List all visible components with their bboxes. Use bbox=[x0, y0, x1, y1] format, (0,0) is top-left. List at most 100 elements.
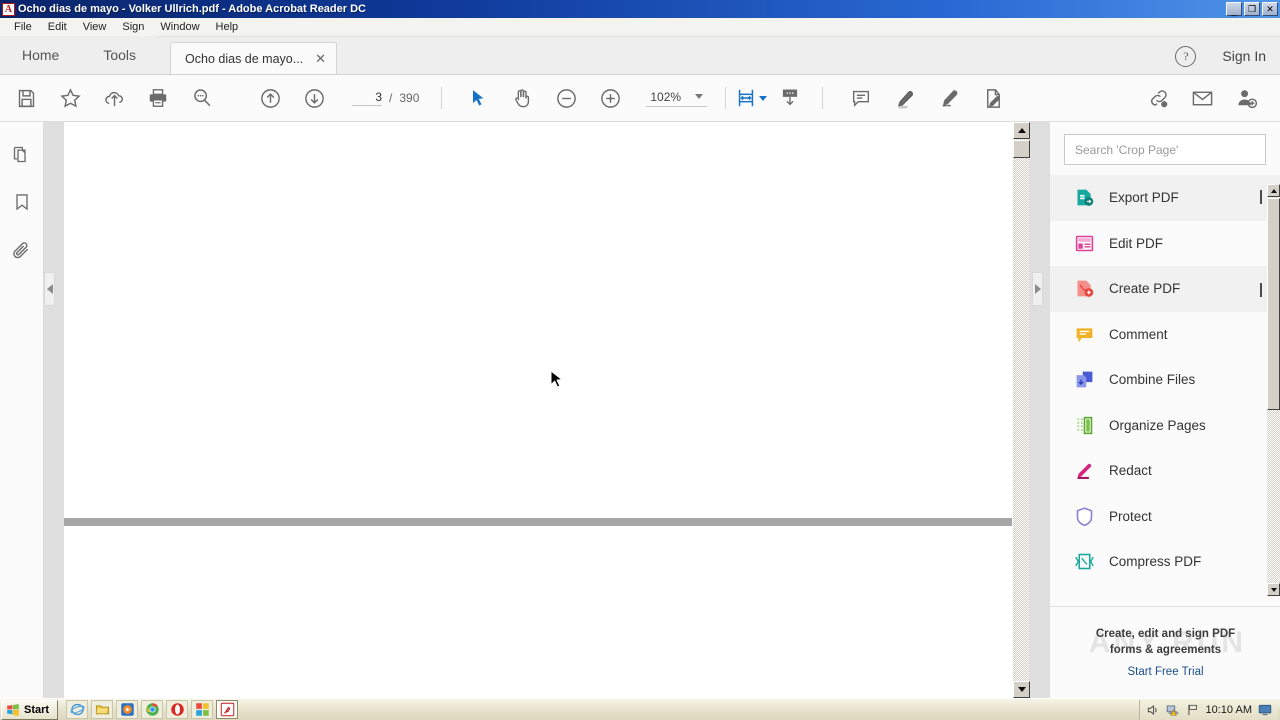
applications-icon[interactable] bbox=[191, 700, 214, 719]
document-tab[interactable]: Ocho dias de mayo... ✕ bbox=[170, 42, 338, 74]
title-bar: A Ocho dias de mayo - Volker Ullrich.pdf… bbox=[0, 0, 1280, 18]
fit-page-icon[interactable] bbox=[734, 76, 768, 120]
tool-item-label: Redact bbox=[1109, 463, 1152, 479]
promo-line-2: forms & agreements bbox=[1109, 643, 1222, 656]
scroll-mode-icon[interactable] bbox=[768, 76, 812, 120]
chevron-down-icon[interactable] bbox=[1260, 282, 1262, 297]
close-button[interactable]: ✕ bbox=[1262, 2, 1278, 16]
maximize-button[interactable]: ❐ bbox=[1244, 2, 1260, 16]
menu-help[interactable]: Help bbox=[208, 20, 247, 34]
upload-to-cloud-icon[interactable] bbox=[92, 76, 136, 120]
page-number-input[interactable]: 3 bbox=[352, 90, 382, 106]
tool-item-redact[interactable]: Redact bbox=[1050, 448, 1280, 494]
menu-window[interactable]: Window bbox=[152, 20, 207, 34]
volume-icon[interactable] bbox=[1146, 703, 1160, 717]
attachments-icon[interactable] bbox=[8, 236, 36, 264]
close-icon[interactable]: ✕ bbox=[315, 52, 326, 65]
add-people-icon[interactable] bbox=[1224, 76, 1268, 120]
windows-logo-icon bbox=[7, 703, 19, 716]
compress-pdf-icon bbox=[1072, 550, 1096, 574]
zoom-out-icon[interactable] bbox=[544, 76, 588, 120]
menu-sign[interactable]: Sign bbox=[114, 20, 152, 34]
adobe-reader-icon[interactable] bbox=[216, 700, 239, 719]
select-tool-icon[interactable] bbox=[456, 76, 500, 120]
find-text-icon[interactable] bbox=[180, 76, 224, 120]
scroll-down-button[interactable] bbox=[1013, 681, 1030, 698]
next-page-icon[interactable] bbox=[292, 76, 336, 120]
previous-page-icon[interactable] bbox=[248, 76, 292, 120]
zoom-in-icon[interactable] bbox=[588, 76, 632, 120]
tool-item-compress-pdf[interactable]: Compress PDF bbox=[1050, 539, 1280, 575]
menu-bar: File Edit View Sign Window Help bbox=[0, 18, 1280, 37]
bookmarks-icon[interactable] bbox=[8, 188, 36, 216]
add-to-favorites-icon[interactable] bbox=[48, 76, 92, 120]
collapse-right-panel-button[interactable] bbox=[1032, 272, 1043, 306]
tool-item-comment[interactable]: Comment bbox=[1050, 312, 1280, 358]
menu-edit[interactable]: Edit bbox=[40, 20, 75, 34]
tools-panel: Export PDF Edit PDF bbox=[1049, 122, 1280, 698]
sign-in-button[interactable]: Sign In bbox=[1222, 48, 1266, 64]
zoom-level-value: 102% bbox=[650, 89, 682, 104]
fit-page-chevron-down-icon[interactable] bbox=[759, 95, 768, 101]
tool-item-edit-pdf[interactable]: Edit PDF bbox=[1050, 221, 1280, 267]
media-player-icon[interactable] bbox=[116, 700, 139, 719]
save-file-icon[interactable] bbox=[4, 76, 48, 120]
tool-item-label: Create PDF bbox=[1109, 281, 1181, 297]
panel-scroll-up-button[interactable] bbox=[1267, 184, 1280, 197]
tool-item-organize-pages[interactable]: Organize Pages bbox=[1050, 403, 1280, 449]
help-icon[interactable]: ? bbox=[1175, 45, 1197, 67]
file-explorer-icon[interactable] bbox=[91, 700, 114, 719]
edit-pdf-icon bbox=[1072, 231, 1096, 255]
menu-file[interactable]: File bbox=[6, 20, 40, 34]
page-navigation: 3 / 390 bbox=[352, 90, 419, 106]
document-scrollbar[interactable] bbox=[1012, 122, 1030, 698]
opera-browser-icon[interactable] bbox=[166, 700, 189, 719]
document-tab-label: Ocho dias de mayo... bbox=[185, 51, 304, 66]
triangle-down-icon bbox=[1270, 587, 1277, 592]
tool-item-export-pdf[interactable]: Export PDF bbox=[1050, 175, 1280, 221]
promo-line-1: Create, edit and sign PDF bbox=[1095, 627, 1236, 640]
highlight-text-icon[interactable] bbox=[883, 76, 927, 120]
draw-freehand-icon[interactable] bbox=[927, 76, 971, 120]
zoom-level-selector[interactable]: 102% bbox=[646, 89, 708, 107]
triangle-up-icon bbox=[1270, 188, 1277, 193]
internet-explorer-icon[interactable] bbox=[66, 700, 89, 719]
print-file-icon[interactable] bbox=[136, 76, 180, 120]
page-thumbnails-icon[interactable] bbox=[8, 140, 36, 168]
fill-and-sign-icon[interactable] bbox=[971, 76, 1015, 120]
tab-bar: Home Tools Ocho dias de mayo... ✕ ? Sign… bbox=[0, 36, 1280, 75]
hand-tool-icon[interactable] bbox=[500, 76, 544, 120]
google-chrome-icon[interactable] bbox=[141, 700, 164, 719]
tool-item-create-pdf[interactable]: Create PDF bbox=[1050, 266, 1280, 312]
chevron-up-icon[interactable] bbox=[1260, 189, 1262, 204]
tool-item-combine-files[interactable]: Combine Files bbox=[1050, 357, 1280, 403]
network-warning-icon[interactable] bbox=[1166, 703, 1180, 717]
tool-item-protect[interactable]: Protect bbox=[1050, 494, 1280, 540]
start-free-trial-link[interactable]: Start Free Trial bbox=[1127, 666, 1203, 678]
menu-view[interactable]: View bbox=[75, 20, 115, 34]
display-icon[interactable] bbox=[1258, 703, 1272, 717]
panel-scrollbar-thumb[interactable] bbox=[1267, 198, 1280, 410]
scroll-up-button[interactable] bbox=[1013, 122, 1030, 139]
panel-scroll-down-button[interactable] bbox=[1267, 583, 1280, 596]
collapse-left-panel-button[interactable] bbox=[44, 272, 55, 306]
search-input[interactable] bbox=[1064, 134, 1266, 165]
send-email-icon[interactable] bbox=[1180, 76, 1224, 120]
clock[interactable]: 10:10 AM bbox=[1206, 704, 1252, 716]
chevron-down-icon[interactable] bbox=[695, 94, 704, 99]
acrobat-reader-window: A Ocho dias de mayo - Volker Ullrich.pdf… bbox=[0, 0, 1280, 720]
tab-home[interactable]: Home bbox=[0, 36, 82, 74]
scrollbar-thumb[interactable] bbox=[1013, 140, 1030, 158]
combine-files-icon bbox=[1072, 368, 1096, 392]
tab-tools[interactable]: Tools bbox=[81, 36, 159, 74]
share-link-icon[interactable] bbox=[1136, 76, 1180, 120]
tools-panel-scrollbar[interactable] bbox=[1267, 184, 1280, 596]
minimize-button[interactable]: _ bbox=[1226, 2, 1242, 16]
add-comment-icon[interactable] bbox=[839, 76, 883, 120]
document-view[interactable] bbox=[44, 122, 1049, 698]
toolbar-right-group bbox=[1136, 76, 1268, 120]
comment-icon bbox=[1072, 322, 1096, 346]
start-button[interactable]: Start bbox=[1, 699, 59, 720]
flag-icon[interactable] bbox=[1186, 703, 1200, 717]
triangle-up-icon bbox=[1017, 128, 1026, 133]
